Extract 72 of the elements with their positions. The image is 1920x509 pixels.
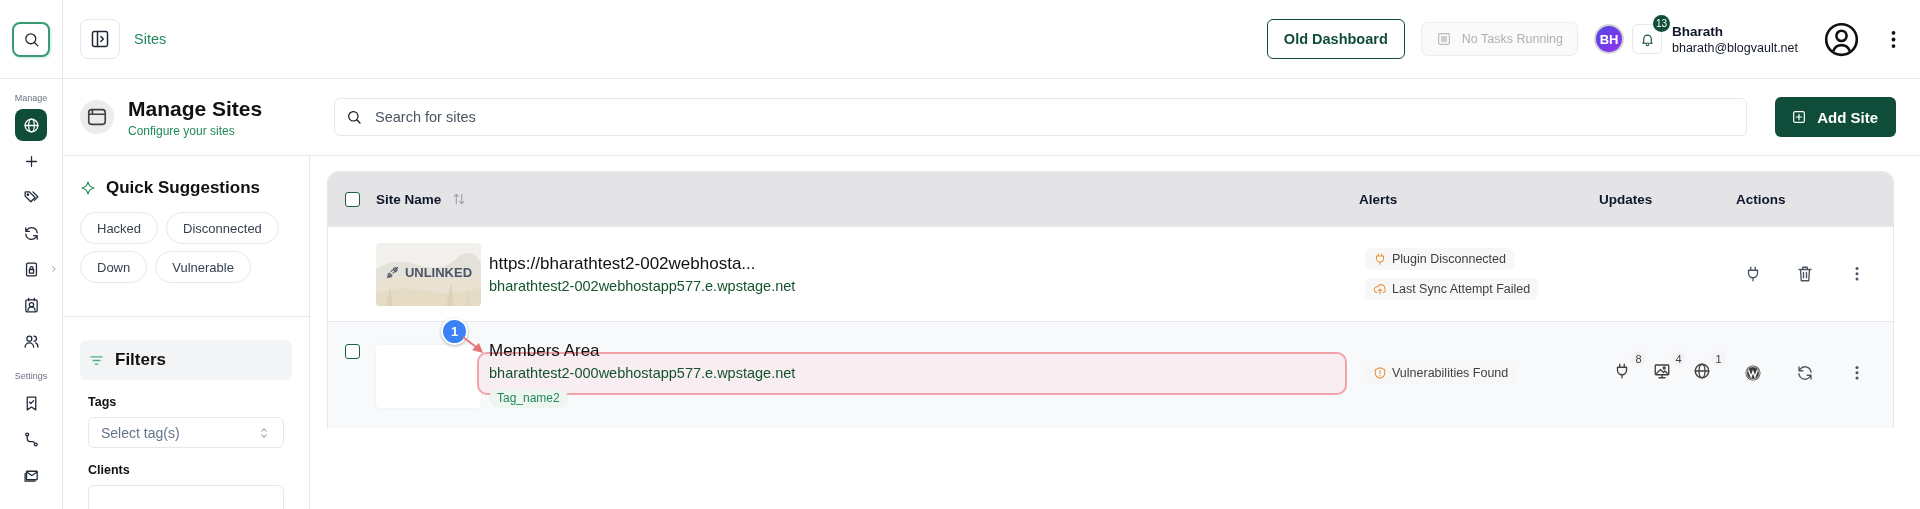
shield-alert-icon: [1373, 366, 1387, 380]
refresh-icon: [1796, 364, 1814, 382]
select-all-checkbox[interactable]: [344, 191, 360, 207]
site-title[interactable]: Members Area: [489, 341, 796, 361]
site-url-link[interactable]: bharathtest2-000webhostapp577.e.wpstage.net: [489, 365, 796, 381]
trash-icon: [1796, 265, 1814, 283]
update-count: 1: [1711, 351, 1726, 366]
suggestion-chip[interactable]: Down: [80, 251, 148, 283]
monitor-image-icon: [1653, 362, 1671, 380]
thumbnail-label: UNLINKED: [404, 264, 473, 280]
section-label: Manage: [14, 93, 48, 103]
logo-icon: [1744, 364, 1762, 382]
nav-button[interactable]: [15, 109, 47, 141]
chevron-right-icon: [49, 264, 59, 274]
user-avatar-icon: [1824, 21, 1859, 57]
more-button[interactable]: [1891, 30, 1896, 48]
sidebar-toggle-button[interactable]: [80, 19, 120, 59]
suggestion-chip[interactable]: Vulnerable: [155, 251, 251, 283]
search-button[interactable]: [12, 21, 50, 57]
profile-button[interactable]: [1824, 21, 1859, 57]
globe-icon: [1693, 362, 1711, 380]
add-site-button[interactable]: Add Site: [1775, 97, 1896, 137]
select-field[interactable]: Select tag(s): [88, 417, 284, 448]
browser-window-icon: [86, 106, 108, 128]
more-icon: [1855, 267, 1859, 281]
section-title: Quick Suggestions: [106, 178, 260, 198]
contact-card-icon: [22, 296, 40, 314]
bell-icon: [1639, 31, 1655, 47]
search-icon: [22, 30, 40, 48]
update-count: 8: [1631, 351, 1646, 366]
sparkle-icon: [80, 180, 96, 196]
suggestion-chip[interactable]: Disconnected: [166, 212, 279, 244]
refresh-icon: [22, 224, 40, 242]
globe-icon: [22, 116, 40, 134]
select-field[interactable]: [88, 485, 284, 509]
row-checkbox[interactable]: [344, 344, 360, 359]
tasks-icon: [1435, 31, 1452, 47]
cloud-upload-icon: [1373, 282, 1387, 296]
more-icon: [1855, 366, 1859, 380]
section-title: Filters: [115, 350, 167, 370]
old-dashboard-button[interactable]: Old Dashboard: [1266, 19, 1405, 59]
alert-chip: Last Sync Attempt Failed: [1365, 278, 1539, 300]
tag-chip: Tag_name2: [489, 388, 568, 408]
search-field[interactable]: Search for sites: [334, 98, 1748, 136]
unlink-icon: [384, 264, 400, 280]
annotation-arrow: [462, 336, 484, 354]
column-header: Actions: [1736, 191, 1786, 207]
page-subtitle: Configure your sites: [128, 123, 236, 138]
field-label: Clients: [88, 463, 131, 477]
annotation-marker: 1: [441, 318, 468, 345]
column-header[interactable]: Site Name: [376, 191, 442, 207]
more-icon: [1891, 30, 1896, 48]
field-label: Tags: [88, 395, 118, 409]
page-title: Manage Sites: [128, 96, 264, 121]
user-name: Bharath: [1672, 23, 1725, 39]
column-header: Alerts: [1359, 191, 1398, 207]
plus-square-icon: [1791, 109, 1808, 125]
column-header: Updates: [1599, 191, 1653, 207]
sidebar-toggle-icon: [90, 29, 110, 49]
search-icon: [346, 109, 362, 125]
plug-icon: [1373, 252, 1387, 266]
notification-badge: 13: [1652, 15, 1670, 32]
user-email: bharath@blogvault.net: [1672, 40, 1798, 55]
update-count: 4: [1671, 351, 1686, 366]
site-title[interactable]: https://bharathtest2-002webhosta...: [489, 254, 796, 274]
section-label: Settings: [14, 371, 48, 381]
avatar[interactable]: BH: [1594, 24, 1624, 54]
site-url-link[interactable]: bharathtest2-002webhostapp577.e.wpstage.net: [489, 278, 796, 294]
suggestion-chip[interactable]: Hacked: [80, 212, 159, 244]
route-icon: [22, 430, 40, 448]
breadcrumb: Sites: [134, 31, 167, 47]
alert-chip: Plugin Disconnected: [1365, 248, 1514, 270]
